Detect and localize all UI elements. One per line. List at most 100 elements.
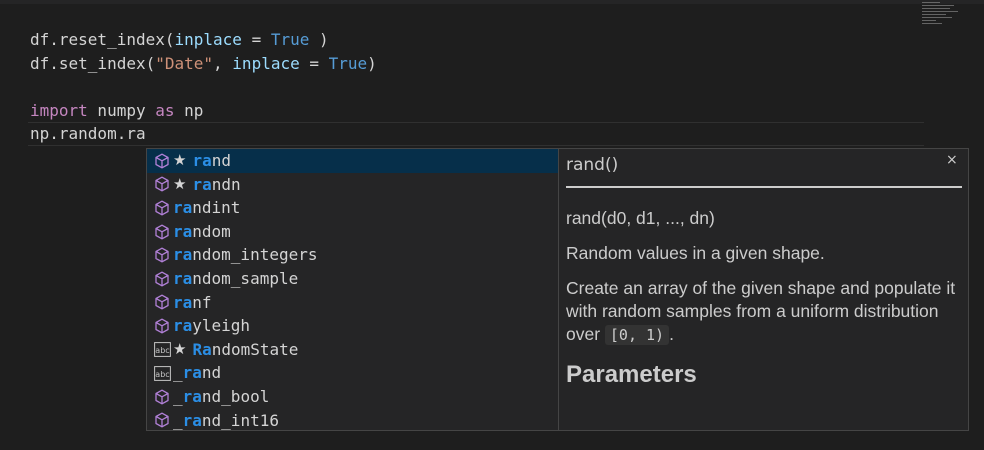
code-token: numpy [87,100,156,120]
code-token: = [241,30,271,49]
suggestion-label: randint [173,196,240,220]
label-match: ra [173,268,193,288]
doc-summary: Random values in a given shape. [566,243,825,263]
label-prefix: _ [173,363,183,383]
code-line[interactable]: df.reset_index(inplace = True ) [30,28,377,52]
doc-heading-parameters: Parameters [566,361,697,388]
suggestion-item[interactable]: ranf [147,291,558,315]
cube-icon [153,388,171,406]
code-token: inplace [232,53,300,73]
doc-call-signature: rand(d0, d1, ..., dn) [566,208,715,228]
label-rest: ndint [192,198,241,218]
label-match: ra [192,174,212,194]
star-icon: ★ [173,151,187,169]
label-match: ra [182,386,202,406]
code-token: "Date" [155,53,214,73]
text-icon: abc [153,364,171,382]
suggestion-item[interactable]: abc _rand [147,361,558,385]
star-icon: ★ [173,174,187,193]
label-match: ra [173,316,193,336]
label-prefix: _ [173,410,183,430]
cube-icon [153,270,171,288]
doc-body: rand(d0, d1, ..., dn) Random values in a… [566,207,956,388]
label-match: ra [173,245,193,265]
suggestion-item[interactable]: random_sample [147,267,558,291]
code-token: ) [309,30,329,49]
cube-icon [153,223,171,241]
label-match: ra [192,151,212,170]
code-token: df.set_index( [30,53,156,73]
cube-icon [153,317,171,335]
cube-icon [153,199,171,217]
cube-icon [153,152,171,170]
doc-description: Create an array of the given shape and p… [566,277,956,347]
code-line[interactable]: np.random.ra [30,122,377,146]
label-prefix: _ [173,386,183,406]
suggestion-label: rayleigh [173,314,250,338]
label-rest: nd [211,151,231,170]
code-token: inplace [174,30,242,49]
label-rest: ndom [192,221,231,241]
suggestion-item[interactable]: randint [147,196,558,220]
cube-icon [153,411,171,429]
doc-signature: rand() [566,155,619,175]
suggestion-label: randn [192,173,240,197]
label-rest: ndom_integers [192,245,318,265]
suggestion-details: rand() × rand(d0, d1, ..., dn) Random va… [558,149,968,430]
label-rest: nd_bool [201,386,270,406]
suggestion-list[interactable]: ★ rand ★ randn randint random random_integers r… [147,149,559,430]
label-rest: nd_int16 [201,410,279,430]
suggestion-label: _rand_int16 [173,409,279,430]
suggestion-label: RandomState [192,338,298,362]
minimap[interactable] [922,2,970,36]
suggestion-label: random [173,220,231,244]
suggestion-item[interactable]: abc ★ RandomState [147,338,558,362]
label-rest: ndn [211,174,241,194]
text-icon: abc [153,341,171,359]
cube-icon [153,293,171,311]
suggestion-label: rand [192,149,231,173]
code-line[interactable]: import numpy as np [30,99,377,123]
close-icon[interactable]: × [946,152,958,168]
code-token: np.random.ra [30,124,146,143]
star-icon: ★ [173,339,187,358]
editor-top-bar [0,0,984,4]
suggestion-item[interactable]: _rand_int16 [147,409,558,430]
label-match: ra [182,410,202,430]
code-line[interactable]: df.set_index("Date", inplace = True) [30,52,377,76]
suggestion-label: random_sample [173,267,298,291]
suggestion-label: _rand [173,361,221,385]
code-line[interactable] [30,75,377,99]
label-match: ra [173,221,193,241]
label-match: ra [173,198,193,218]
suggestion-item[interactable]: random [147,220,558,244]
label-rest: nf [192,292,212,312]
code-token: True [270,30,310,49]
svg-text:abc: abc [155,346,169,355]
code-token: = [299,53,329,73]
label-match: Ra [192,339,212,359]
suggestion-item[interactable]: _rand_bool [147,385,558,409]
code-editor[interactable]: df.reset_index(inplace = True ) df.set_in… [30,28,377,146]
suggestion-item[interactable]: ★ rand [147,149,558,173]
code-token: , [213,53,233,73]
suggestion-item[interactable]: rayleigh [147,314,558,338]
label-match: ra [173,292,193,312]
code-token: df.reset_index( [30,30,175,49]
label-match: ra [182,363,202,383]
code-token: True [328,53,368,73]
suggestion-item[interactable]: ★ randn [147,173,558,197]
suggest-widget[interactable]: ★ rand ★ randn randint random random_integers r… [146,148,969,431]
svg-text:abc: abc [155,370,169,379]
suggestion-label: _rand_bool [173,385,269,409]
doc-divider [566,186,962,188]
cube-icon [153,175,171,193]
label-rest: ndomState [211,339,299,359]
code-token: np [174,100,204,120]
cube-icon [153,246,171,264]
label-rest: ndom_sample [192,268,299,288]
code-token: ) [367,53,377,73]
code-token: import [30,100,88,120]
suggestion-label: random_integers [173,243,318,267]
suggestion-item[interactable]: random_integers [147,243,558,267]
